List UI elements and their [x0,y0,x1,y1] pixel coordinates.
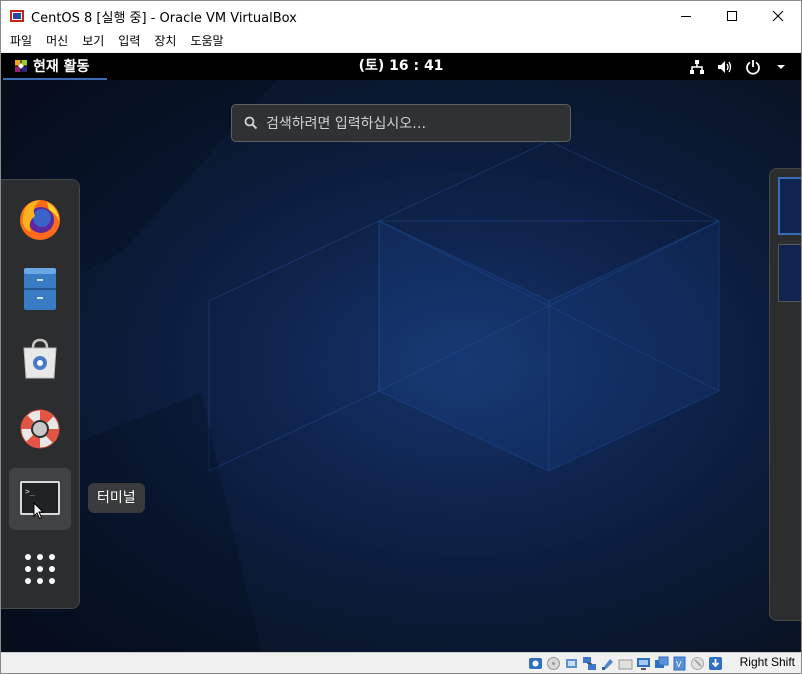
menu-machine[interactable]: 머신 [39,31,75,52]
window-title: CentOS 8 [실행 중] - Oracle VM VirtualBox [31,10,297,26]
firefox-icon [20,200,60,240]
menu-input[interactable]: 입력 [111,31,147,52]
mouse-cursor-icon [33,502,45,520]
network-icon[interactable] [582,656,597,671]
dash-software[interactable] [9,328,71,390]
dash-terminal[interactable]: >_ [9,468,71,530]
vm-display[interactable]: 현재 활동 (토) 16 : 41 검색하려면 입력하십시오… >_ 터미널 [1,53,801,652]
display-icon[interactable] [636,656,651,671]
show-apps-icon [25,554,55,584]
minimize-button[interactable] [663,1,709,31]
mouse-integration-icon[interactable] [690,656,705,671]
shared-folder-icon[interactable] [618,656,633,671]
menu-file[interactable]: 파일 [3,31,39,52]
files-icon [24,268,56,310]
svg-text:>_: >_ [25,487,35,496]
svg-text:V: V [676,660,682,669]
search-placeholder: 검색하려면 입력하십시오… [266,116,427,132]
title-bar[interactable]: CentOS 8 [실행 중] - Oracle VM VirtualBox [1,1,801,31]
terminal-tooltip: 터미널 [88,483,145,513]
clock[interactable]: (토) 16 : 41 [359,58,444,74]
usb-icon[interactable] [600,656,615,671]
dash-help[interactable] [9,398,71,460]
menu-bar: 파일 머신 보기 입력 장치 도움말 [1,31,801,52]
status-bar: V Right Shift [1,652,801,673]
cpu-icon[interactable]: V [672,656,687,671]
close-button[interactable] [755,1,801,31]
menu-devices[interactable]: 장치 [147,31,183,52]
minimize-icon [681,16,691,17]
workspace-2-thumbnail[interactable] [778,244,801,302]
audio-icon[interactable] [564,656,579,671]
help-icon [20,409,60,449]
maximize-icon [727,11,737,21]
network-wired-icon [689,59,705,75]
activities-label: 현재 활동 [33,58,90,75]
dash-show-apps[interactable] [9,538,71,600]
dash-files[interactable] [9,258,71,320]
menu-view[interactable]: 보기 [75,31,111,52]
host-key-icon[interactable] [708,656,723,671]
workspace-switcher [769,168,801,621]
video-capture-icon[interactable] [654,656,669,671]
volume-icon [717,59,733,75]
software-icon [23,338,57,379]
close-icon [772,10,784,22]
maximize-button[interactable] [709,1,755,31]
gnome-top-bar: 현재 활동 (토) 16 : 41 [1,53,801,80]
search-input[interactable]: 검색하려면 입력하십시오… [231,104,571,142]
virtualbox-icon [9,8,25,24]
system-tray[interactable] [689,53,789,80]
power-icon [745,59,761,75]
workspace-1-thumbnail[interactable] [778,177,801,235]
dash: >_ [1,179,80,609]
optical-drive-icon[interactable] [546,656,561,671]
chevron-down-icon [773,59,789,75]
search-icon [244,116,258,130]
activities-button[interactable]: 현재 활동 [3,53,107,80]
hard-disk-icon[interactable] [528,656,543,671]
dash-firefox[interactable] [9,188,71,250]
virtualbox-window: CentOS 8 [실행 중] - Oracle VM VirtualBox 파… [0,0,802,674]
menu-help[interactable]: 도움말 [183,31,230,52]
desktop-wallpaper [1,53,720,652]
host-key-label: Right Shift [739,655,795,669]
centos-logo-icon [15,59,27,72]
